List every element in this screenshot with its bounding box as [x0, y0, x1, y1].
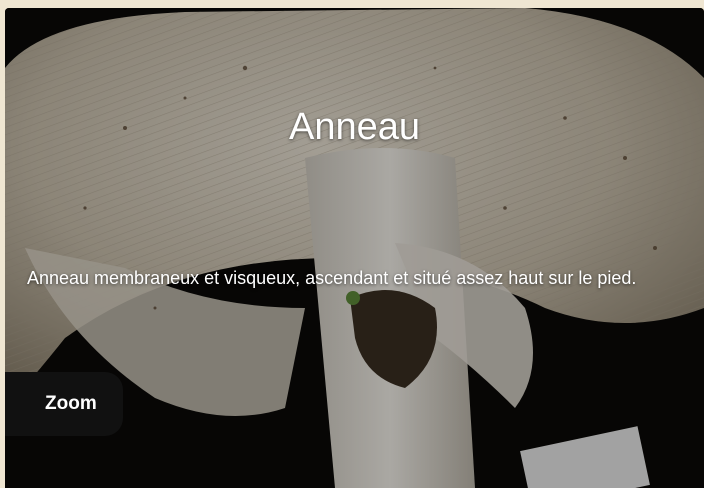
zoom-button[interactable]: Zoom — [5, 372, 123, 436]
mushroom-info-card: Anneau Anneau membraneux et visqueux, as… — [5, 8, 704, 488]
panel-description: Anneau membraneux et visqueux, ascendant… — [27, 268, 637, 288]
panel-title: Anneau — [288, 106, 420, 148]
